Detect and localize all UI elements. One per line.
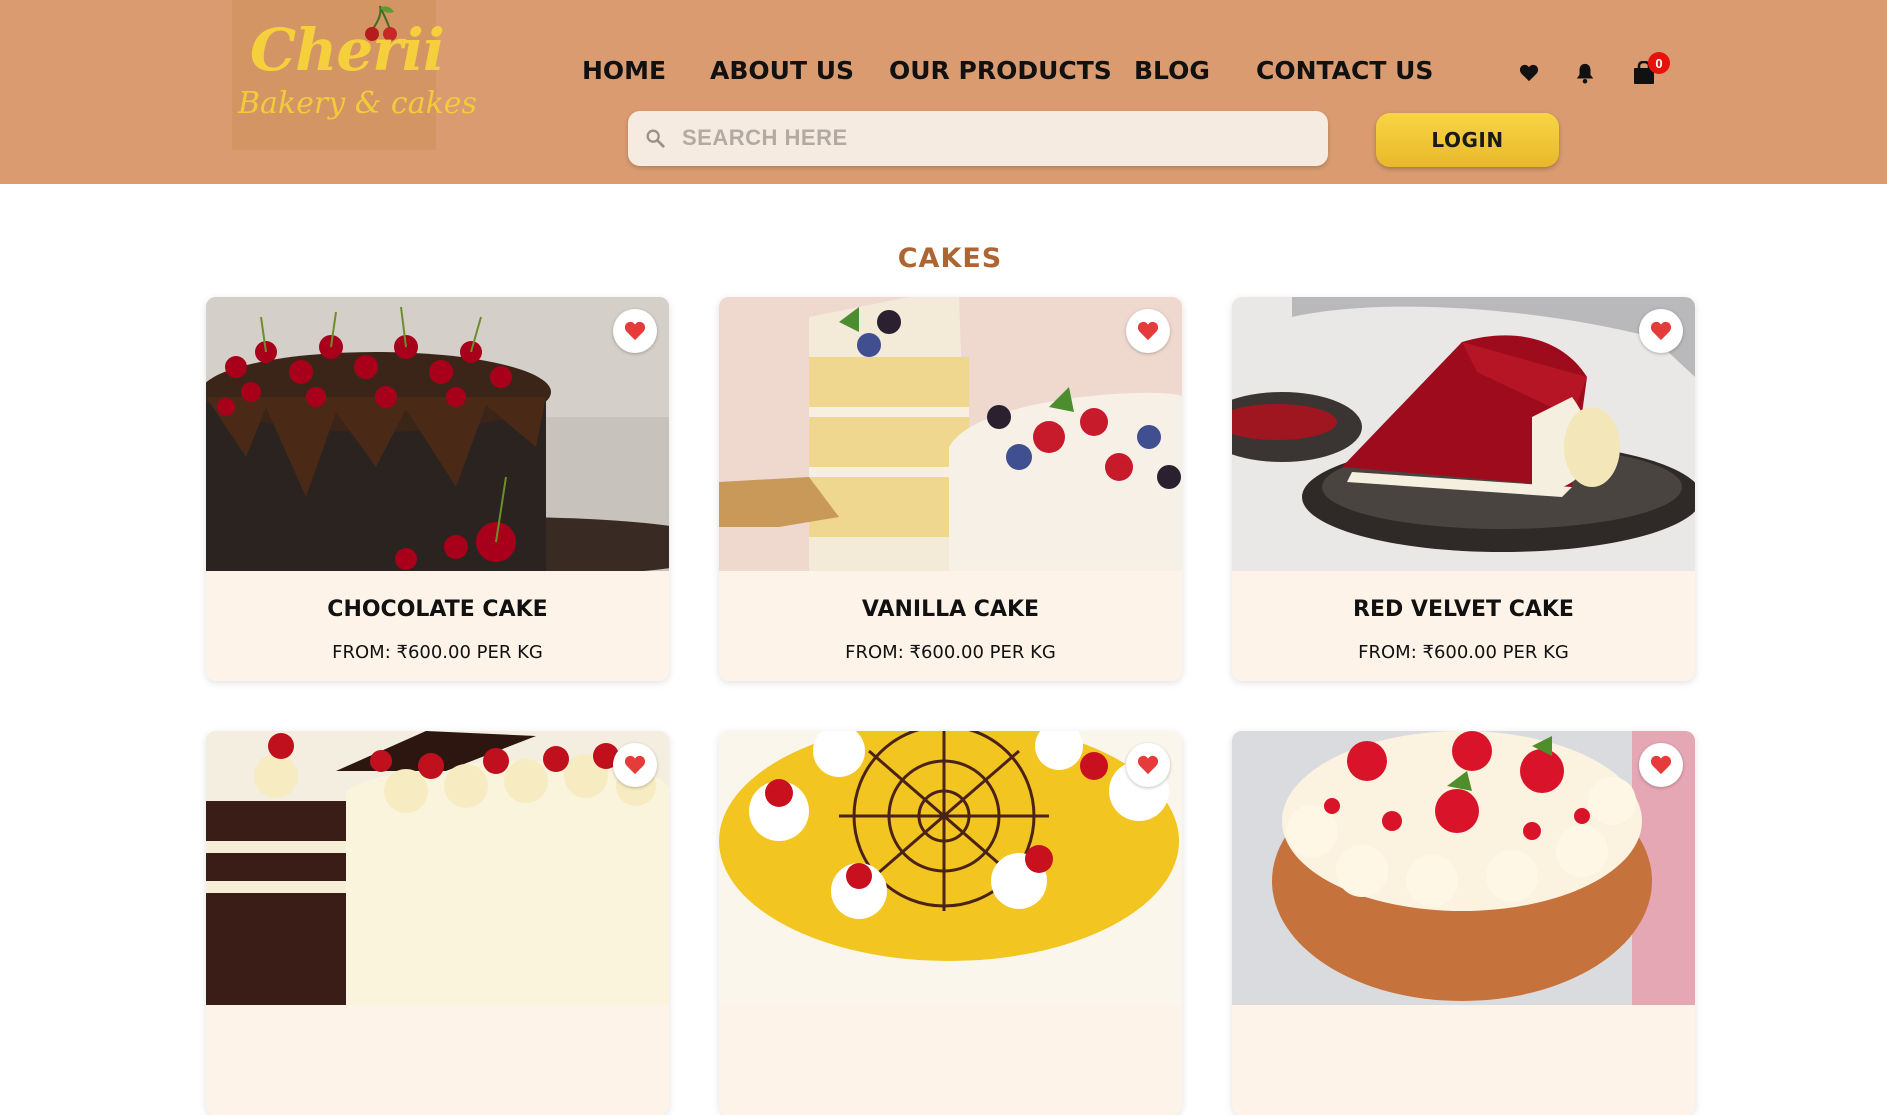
product-info	[719, 1005, 1182, 1115]
heart-icon	[624, 755, 646, 775]
nav-blog[interactable]: BLOG	[1134, 56, 1210, 85]
product-name: CHOCOLATE CAKE	[327, 597, 548, 622]
product-price	[1232, 1031, 1695, 1051]
red-velvet-cake-image	[1232, 297, 1695, 571]
nav-home[interactable]: HOME	[582, 56, 666, 85]
favorite-button[interactable]	[1639, 743, 1683, 787]
heart-icon	[1519, 64, 1539, 82]
bell-icon	[1576, 63, 1594, 84]
favorite-button[interactable]	[1639, 309, 1683, 353]
product-card-vanilla-cake[interactable]: VANILLA CAKE FROM: ₹600.00 PER KG	[719, 297, 1182, 681]
product-info	[1232, 1005, 1695, 1115]
product-info: RED VELVET CAKE FROM: ₹600.00 PER KG	[1232, 571, 1695, 681]
heart-icon	[1137, 755, 1159, 775]
heart-icon	[1650, 755, 1672, 775]
product-price: FROM: ₹600.00 PER KG	[1358, 642, 1569, 663]
vanilla-cake-image	[719, 297, 1182, 571]
wishlist-button[interactable]	[1514, 58, 1544, 88]
black-forest-cake-image	[206, 731, 669, 1005]
favorite-button[interactable]	[613, 309, 657, 353]
chocolate-cake-image	[206, 297, 669, 571]
notifications-button[interactable]	[1570, 58, 1600, 88]
product-price	[719, 1031, 1182, 1051]
pineapple-cake-image	[719, 731, 1182, 1005]
cart-count-badge: 0	[1648, 52, 1670, 74]
section-title: CAKES	[897, 243, 1003, 274]
product-price: FROM: ₹600.00 PER KG	[845, 642, 1056, 663]
heart-icon	[624, 321, 646, 341]
product-info: VANILLA CAKE FROM: ₹600.00 PER KG	[719, 571, 1182, 681]
favorite-button[interactable]	[613, 743, 657, 787]
search-bar[interactable]	[628, 111, 1328, 166]
heart-icon	[1650, 321, 1672, 341]
nav-contact-us[interactable]: CONTACT US	[1256, 56, 1433, 85]
product-card-chocolate-cake[interactable]: CHOCOLATE CAKE FROM: ₹600.00 PER KG	[206, 297, 669, 681]
product-name: RED VELVET CAKE	[1353, 597, 1574, 622]
login-button[interactable]: LOGIN	[1376, 113, 1559, 167]
product-image	[206, 297, 669, 571]
product-image	[1232, 297, 1695, 571]
strawberry-cake-image	[1232, 731, 1695, 1005]
product-name	[1232, 1005, 1695, 1031]
product-card-strawberry-cake[interactable]	[1232, 731, 1695, 1115]
search-input[interactable]	[682, 119, 1302, 157]
product-price: FROM: ₹600.00 PER KG	[332, 642, 543, 663]
search-icon	[646, 129, 665, 148]
product-info: CHOCOLATE CAKE FROM: ₹600.00 PER KG	[206, 571, 669, 681]
site-header: Cherii Bakery & cakes HOME ABOUT US OUR …	[0, 0, 1887, 184]
product-name	[206, 1005, 669, 1031]
favorite-button[interactable]	[1126, 309, 1170, 353]
product-image	[1232, 731, 1695, 1005]
product-name: VANILLA CAKE	[861, 597, 1040, 622]
product-info	[206, 1005, 669, 1115]
heart-icon	[1137, 321, 1159, 341]
product-card-red-velvet-cake[interactable]: RED VELVET CAKE FROM: ₹600.00 PER KG	[1232, 297, 1695, 681]
product-price	[206, 1031, 669, 1051]
brand-name: Cherii	[250, 16, 445, 84]
brand-logo[interactable]: Cherii Bakery & cakes	[232, 0, 477, 150]
brand-tagline: Bakery & cakes	[238, 86, 477, 121]
product-name	[719, 1005, 1182, 1031]
favorite-button[interactable]	[1126, 743, 1170, 787]
product-card-black-forest-cake[interactable]	[206, 731, 669, 1115]
product-card-pineapple-cake[interactable]	[719, 731, 1182, 1115]
nav-our-products[interactable]: OUR PRODUCTS	[889, 56, 1112, 85]
product-image	[206, 731, 669, 1005]
product-image	[719, 297, 1182, 571]
nav-about-us[interactable]: ABOUT US	[710, 56, 854, 85]
product-image	[719, 731, 1182, 1005]
